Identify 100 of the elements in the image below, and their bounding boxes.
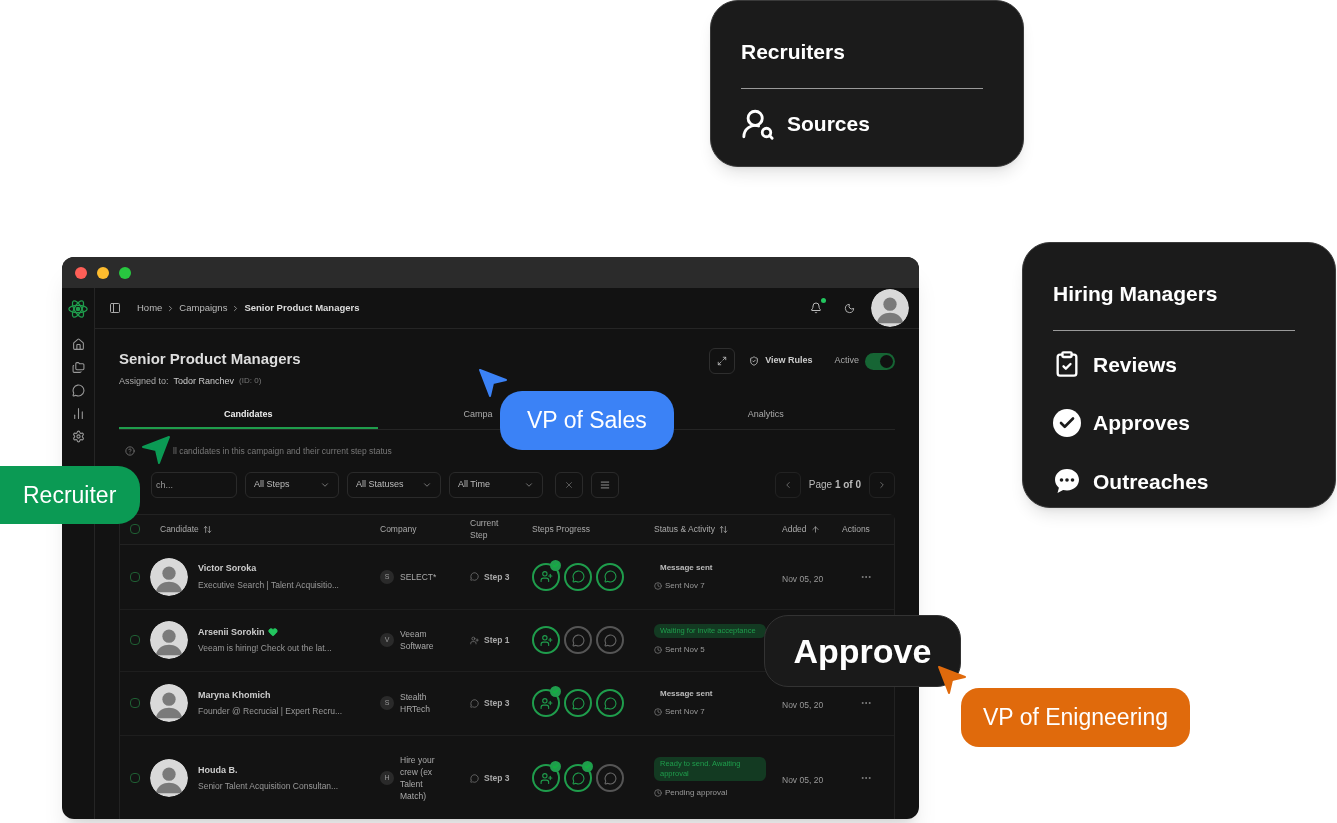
page-title: Senior Product Managers bbox=[119, 349, 302, 369]
sort-icon[interactable] bbox=[718, 524, 728, 534]
role-tag: VP of Enigneering bbox=[961, 688, 1190, 747]
close-window-button[interactable] bbox=[75, 266, 87, 279]
status-text: Message sent bbox=[659, 561, 714, 574]
row-checkbox[interactable] bbox=[130, 635, 140, 646]
message-icon bbox=[470, 698, 479, 708]
card-title: Hiring Managers bbox=[1053, 281, 1219, 307]
card-title: Recruiters bbox=[741, 39, 846, 65]
activity-text: Sent Nov 7 bbox=[665, 579, 705, 592]
breadcrumb-link[interactable]: Campaigns bbox=[179, 300, 228, 316]
assignee-name: Todor Ranchev bbox=[173, 374, 235, 388]
column-header: Steps Progress bbox=[532, 522, 591, 536]
column-header: Status & Activity bbox=[654, 522, 715, 536]
row-checkbox[interactable] bbox=[130, 698, 140, 709]
tab[interactable]: Candidates bbox=[119, 402, 378, 429]
column-header: Added bbox=[782, 522, 807, 536]
breadcrumb-link[interactable]: Home bbox=[137, 300, 163, 316]
clock-icon bbox=[654, 646, 662, 655]
minimize-window-button[interactable] bbox=[97, 266, 109, 279]
card-item-label: Reviews bbox=[1093, 351, 1178, 378]
filter-dropdown[interactable]: All Steps bbox=[245, 471, 339, 498]
sort-ascending-icon[interactable] bbox=[810, 524, 820, 534]
bell-icon[interactable] bbox=[810, 302, 822, 314]
tab[interactable]: Campa bbox=[459, 402, 497, 429]
atom-logo-icon bbox=[67, 298, 89, 320]
folders-icon[interactable] bbox=[71, 361, 85, 374]
company-name: SELECT* bbox=[400, 570, 438, 583]
avatar bbox=[871, 289, 909, 327]
sidebar-toggle-icon[interactable] bbox=[109, 302, 121, 314]
candidate-name: Arsenii Sorokin bbox=[198, 625, 265, 639]
column-header: Current Step bbox=[470, 517, 500, 542]
campaign-id: (ID: 0) bbox=[239, 375, 262, 388]
assigned-label: Assigned to: bbox=[119, 374, 169, 388]
clock-icon bbox=[654, 789, 662, 798]
moon-icon[interactable] bbox=[844, 302, 855, 314]
avatar bbox=[150, 684, 188, 723]
row-checkbox[interactable] bbox=[130, 571, 140, 582]
menu-button[interactable] bbox=[591, 471, 619, 498]
cursor-icon bbox=[477, 367, 509, 399]
expand-icon bbox=[717, 356, 728, 366]
current-step: Step 3 bbox=[484, 772, 510, 785]
avatar bbox=[150, 759, 188, 798]
sort-icon[interactable] bbox=[202, 524, 212, 534]
card-item-label: Approves bbox=[1093, 410, 1190, 436]
column-header: Company bbox=[380, 522, 417, 536]
home-icon[interactable] bbox=[71, 338, 85, 351]
breadcrumb-link[interactable]: Senior Product Managers bbox=[244, 300, 360, 316]
candidate-headline: Founder @ Recrucial | Expert Recru... bbox=[198, 705, 343, 718]
activity-text: Sent Nov 7 bbox=[665, 706, 705, 719]
view-rules-button[interactable]: View Rules bbox=[749, 348, 813, 374]
candidate-name: Victor Soroka bbox=[198, 562, 257, 576]
tab[interactable]: Analytics bbox=[743, 402, 788, 429]
candidate-headline: Executive Search | Talent Acquisitio... bbox=[198, 578, 339, 592]
maximize-window-button[interactable] bbox=[119, 266, 131, 279]
role-tag: Recruiter bbox=[0, 466, 141, 524]
menu-icon bbox=[600, 479, 610, 490]
company-name: Veeam Software bbox=[400, 628, 435, 653]
approve-card: Approve bbox=[764, 615, 961, 687]
card-item-label: Outreaches bbox=[1093, 468, 1209, 495]
added-date: Nov 05, 20 bbox=[782, 775, 824, 786]
current-step: Step 3 bbox=[484, 697, 510, 710]
chevron-right-icon bbox=[877, 479, 887, 490]
search-field[interactable]: ch... bbox=[151, 471, 237, 498]
avatar bbox=[150, 621, 188, 660]
current-step: Step 3 bbox=[484, 570, 510, 583]
chat-icon[interactable] bbox=[71, 384, 85, 397]
invite-icon bbox=[470, 635, 479, 645]
chart-icon[interactable] bbox=[71, 407, 85, 420]
cursor-icon bbox=[936, 664, 968, 696]
added-date: Nov 05, 20 bbox=[782, 573, 824, 584]
column-header: Actions bbox=[842, 522, 870, 536]
settings-icon[interactable] bbox=[71, 430, 85, 443]
row-checkbox[interactable] bbox=[130, 773, 140, 784]
candidate-headline: Senior Talent Acquisition Consultan... bbox=[198, 780, 339, 793]
close-icon bbox=[564, 479, 574, 490]
company-name: Hire your crew (ex Talent Match) bbox=[400, 754, 436, 803]
added-date: Nov 05, 20 bbox=[782, 700, 824, 711]
clock-icon bbox=[654, 581, 662, 590]
candidate-headline: Veeam is hiring! Check out the lat... bbox=[198, 642, 332, 655]
status-text: Message sent bbox=[659, 688, 714, 701]
page-indicator: Page 1 of 0 bbox=[808, 478, 861, 493]
active-toggle[interactable] bbox=[865, 353, 895, 370]
current-step: Step 1 bbox=[484, 634, 510, 647]
clock-icon bbox=[654, 708, 662, 717]
select-all-checkbox[interactable] bbox=[130, 524, 140, 535]
filter-dropdown[interactable]: All Time bbox=[449, 471, 543, 498]
company-name: Stealth HRTech bbox=[400, 691, 432, 716]
shield-check-icon bbox=[749, 356, 760, 366]
role-tag: VP of Sales bbox=[500, 391, 674, 450]
active-label: Active bbox=[834, 354, 859, 368]
cursor-icon bbox=[140, 434, 172, 466]
expand-button[interactable] bbox=[709, 348, 736, 374]
candidate-name: Houda B. bbox=[198, 763, 238, 777]
candidate-name: Maryna Khomich bbox=[198, 688, 271, 702]
activity-text: Pending approval bbox=[665, 787, 728, 800]
column-header: Candidate bbox=[160, 522, 199, 536]
message-icon bbox=[470, 572, 479, 582]
filter-dropdown[interactable]: All Statuses bbox=[347, 471, 441, 498]
avatar bbox=[150, 557, 188, 596]
